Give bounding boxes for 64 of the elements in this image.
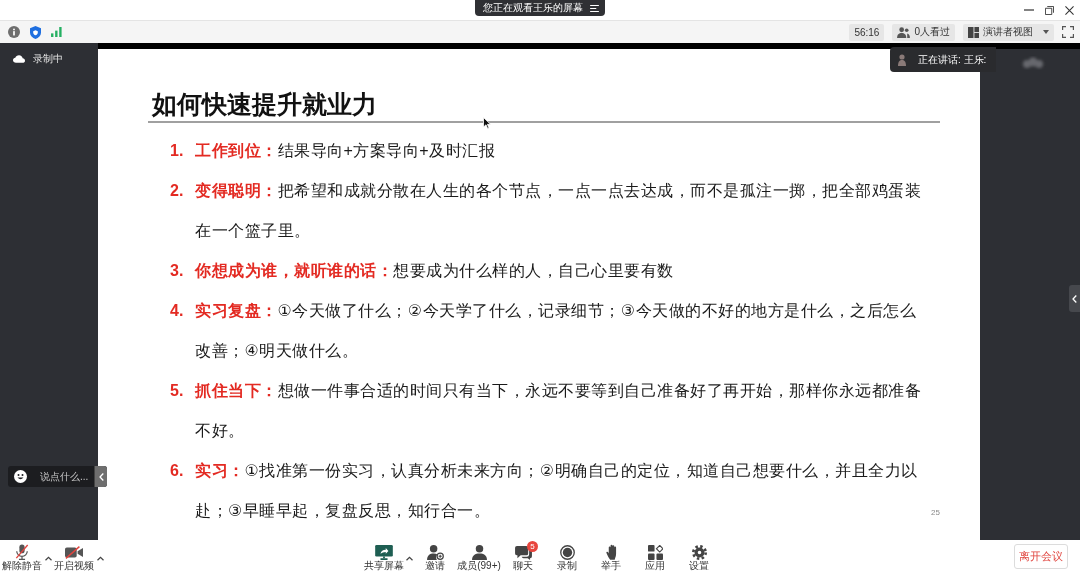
list-number: 4. — [170, 300, 184, 321]
cursor-icon — [483, 117, 491, 129]
person-icon — [471, 544, 487, 560]
cloud-icon — [13, 55, 25, 63]
signal-bars-icon[interactable] — [51, 27, 62, 37]
record-icon — [559, 544, 575, 560]
apps-button[interactable]: 应用 — [633, 544, 677, 572]
avatar-icon — [898, 53, 906, 66]
view-mode-dropdown[interactable]: 演讲者视图 — [963, 23, 1054, 41]
hand-icon — [605, 544, 617, 560]
record-button[interactable]: 录制 — [545, 544, 589, 572]
apps-grid-icon — [647, 544, 663, 560]
viewing-banner[interactable]: 您正在观看王乐的屏幕 — [475, 0, 605, 16]
screen-share-icon — [375, 544, 393, 560]
collapse-button[interactable] — [94, 466, 107, 487]
page-number: 25 — [931, 508, 940, 518]
chat-button[interactable]: 聊天 5 — [501, 544, 545, 572]
list-number: 3. — [170, 260, 184, 281]
recording-status: 录制中 — [33, 53, 63, 65]
list-number: 5. — [170, 380, 184, 401]
add-person-icon — [426, 544, 444, 560]
speaker-label: 正在讲话: 王乐: — [918, 52, 987, 67]
list-number: 6. — [170, 460, 184, 481]
shield-icon[interactable] — [30, 25, 41, 39]
meeting-timer: 56:16 — [849, 23, 885, 41]
list-item-text: 工作到位：结果导向+方案导向+及时汇报 — [195, 140, 497, 161]
chevron-left-icon — [98, 472, 104, 481]
chat-bubbles-icon — [514, 544, 532, 560]
layout-icon — [968, 26, 979, 38]
viewers-button[interactable]: 0人看过 — [892, 23, 955, 41]
list-item-text: 你想成为谁，就听谁的话：想要成为什么样的人，自己心里要有数 — [195, 260, 675, 281]
slide-title: 如何快速提升就业力 — [152, 89, 377, 119]
chat-input[interactable]: 说点什么... — [40, 469, 88, 484]
list-number: 2. — [170, 180, 184, 201]
settings-icon — [691, 544, 707, 560]
caret-icon[interactable] — [406, 555, 413, 561]
members-button[interactable]: 成员(99+) — [457, 544, 501, 572]
list-item-text: 实习复盘：①今天做了什么；②今天学了什么，记录细节；③今天做的不好的地方是什么，之后怎么改善；④明天做什么。 — [195, 300, 918, 361]
side-panel-toggle[interactable] — [1069, 285, 1080, 312]
list-item-text: 抓住当下：想做一件事合适的时间只有当下，永远不要等到自己准备好了再开始，那样你永远都准备不好。 — [195, 380, 922, 441]
info-icon[interactable] — [8, 26, 20, 38]
people-icon — [897, 26, 911, 38]
leave-meeting-button[interactable]: 离开会议 — [1014, 544, 1068, 569]
invite-button[interactable]: 邀请 — [413, 544, 457, 572]
list-number: 1. — [170, 140, 184, 161]
blurred-avatar-icon — [1020, 56, 1046, 70]
caret-icon[interactable] — [44, 555, 52, 561]
start-video-button[interactable]: 开启视频 — [54, 544, 94, 572]
caret-icon — [1043, 30, 1049, 34]
smiley-icon[interactable] — [14, 470, 27, 483]
chevron-left-icon — [1072, 294, 1077, 303]
list-item-text: 实习：①找准第一份实习，认真分析未来方向；②明确自己的定位，知道自己想要什么，并且全力以赴；③早睡早起，复盘反思，知行合一。 — [195, 460, 919, 521]
caret-icon[interactable] — [96, 555, 104, 561]
chat-field[interactable]: 说点什么... — [8, 466, 107, 487]
restore-icon[interactable] — [1045, 5, 1054, 15]
list-item-text: 变得聪明：把希望和成就分散在人生的各个节点，一点一点去达成，而不是孤注一掷，把全部鸡蛋装在一个篮子里。 — [195, 180, 922, 241]
close-icon[interactable] — [1065, 5, 1074, 15]
notification-badge: 5 — [527, 541, 538, 552]
share-screen-button[interactable]: 共享屏幕 — [362, 544, 406, 572]
raise-hand-button[interactable]: 举手 — [589, 544, 633, 572]
menu-icon — [590, 4, 599, 12]
settings-button[interactable]: 设置 — [677, 544, 721, 572]
fullscreen-icon[interactable] — [1062, 26, 1074, 38]
unmute-button[interactable]: 解除静音 — [2, 544, 42, 572]
